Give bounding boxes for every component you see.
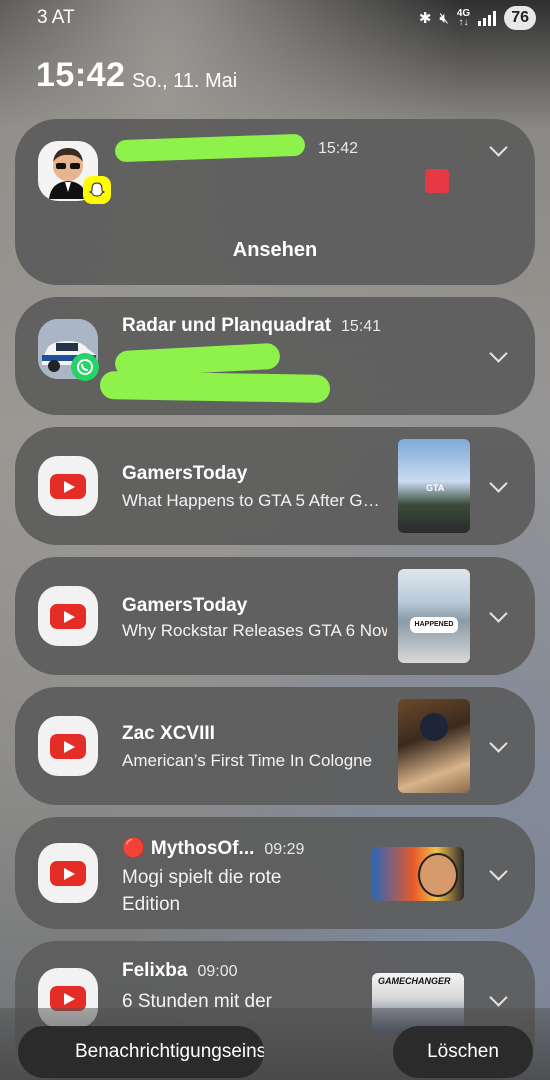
redacted-sender: [114, 133, 306, 163]
signal-icon: [478, 10, 497, 26]
view-action-button[interactable]: Ansehen: [15, 239, 535, 262]
chevron-down-icon[interactable]: [489, 604, 508, 623]
notification-youtube[interactable]: GamersToday What Happens to GTA 5 After …: [15, 427, 535, 545]
notification-title: 🔴 MythosOf... 09:29: [122, 838, 305, 859]
chevron-down-icon[interactable]: [489, 474, 508, 493]
clock: 15:42: [36, 56, 126, 94]
youtube-icon: [38, 586, 98, 646]
notification-time: 09:29: [264, 841, 305, 858]
notification-title: Radar und Planquadrat 15:41: [122, 315, 382, 336]
chevron-down-icon[interactable]: [489, 862, 508, 881]
video-thumbnail: GTA: [398, 439, 470, 533]
status-icons: ✱ 🔇︎ 4G ↑↓ 76: [419, 6, 536, 30]
video-thumbnail: [398, 699, 470, 793]
notification-whatsapp[interactable]: Radar und Planquadrat 15:41: [15, 297, 535, 415]
chevron-down-icon[interactable]: [489, 734, 508, 753]
clear-all-button[interactable]: Löschen: [393, 1026, 533, 1078]
notification-text: Edition: [122, 894, 181, 915]
video-thumbnail: HAPPENED: [398, 569, 470, 663]
chevron-down-icon[interactable]: [489, 344, 508, 363]
battery-indicator: 76: [504, 6, 536, 30]
notification-time: 15:42: [318, 140, 359, 157]
whatsapp-icon: [71, 353, 99, 381]
bluetooth-icon: ✱: [418, 10, 432, 27]
notification-title: GamersToday: [122, 463, 248, 484]
youtube-icon: [38, 843, 98, 903]
notification-text: Why Rockstar Releases GTA 6 Now: [122, 621, 387, 640]
notification-title: Zac XCVIII: [122, 723, 215, 744]
notification-text: Mogi spielt die rote: [122, 867, 282, 888]
notification-title: Felixba 09:00: [122, 960, 238, 981]
snap-red-icon: [425, 169, 449, 193]
youtube-icon: [38, 716, 98, 776]
status-bar: 3 AT ✱ 🔇︎ 4G ↑↓ 76: [0, 0, 550, 36]
notification-youtube[interactable]: GamersToday Why Rockstar Releases GTA 6 …: [15, 557, 535, 675]
snapchat-ghost-icon: [83, 176, 111, 204]
video-thumbnail: [372, 847, 464, 901]
chevron-down-icon[interactable]: [489, 988, 508, 1007]
notification-settings-button[interactable]: Benachrichtigungseinstellungen: [18, 1026, 264, 1078]
notification-time: 09:00: [197, 963, 238, 980]
notification-time: 15:41: [341, 318, 382, 335]
notification-text: American’s First Time In Cologne: [122, 751, 373, 770]
redacted-message: [99, 370, 331, 404]
mute-icon: 🔇︎: [439, 9, 449, 27]
youtube-icon: [38, 456, 98, 516]
notification-youtube[interactable]: 🔴 MythosOf... 09:29 Mogi spielt die rote …: [15, 817, 535, 929]
notification-snapchat[interactable]: 15:42 Ansehen: [15, 119, 535, 285]
notification-text: What Happens to GTA 5 After GTA 6: [122, 491, 387, 510]
network-type-icon: 4G ↑↓: [456, 8, 471, 28]
chevron-down-icon[interactable]: [489, 138, 508, 157]
carrier-label: 3 AT: [37, 7, 75, 28]
date: So., 11. Mai: [132, 70, 238, 92]
notification-youtube[interactable]: Zac XCVIII American’s First Time In Colo…: [15, 687, 535, 805]
notification-title: GamersToday: [122, 595, 248, 616]
